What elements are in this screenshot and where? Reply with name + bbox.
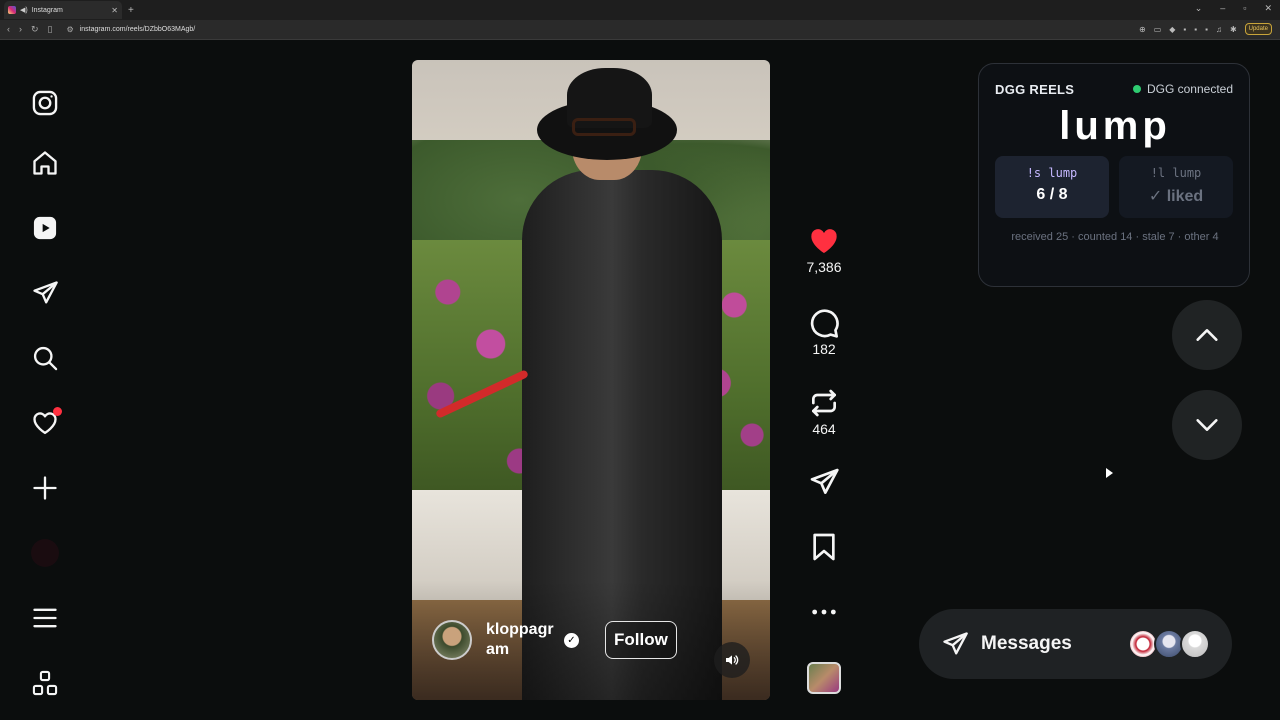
repost-count[interactable]: 464 — [800, 421, 848, 437]
search-icon[interactable] — [30, 343, 60, 373]
extension-icon[interactable]: ▪ — [1194, 25, 1197, 34]
messages-label: Messages — [981, 633, 1072, 654]
zoom-icon[interactable]: ⊕ — [1139, 25, 1146, 34]
puzzle-icon[interactable]: ✱ — [1230, 25, 1237, 34]
url-text: instagram.com/reels/DZbbO63MAgb/ — [79, 26, 196, 33]
dgg-status: DGG connected — [1132, 82, 1233, 96]
url-field[interactable]: ⚙ instagram.com/reels/DZbbO63MAgb/ — [67, 25, 196, 34]
speaker-icon[interactable]: ◀) — [20, 6, 28, 14]
bookmark-icon[interactable]: ▯ — [48, 24, 53, 35]
next-reel-button[interactable] — [1172, 390, 1242, 460]
instagram-logo-icon[interactable] — [30, 88, 60, 118]
dgg-stats: received 25 · counted 14 · stale 7 · oth… — [1011, 231, 1219, 243]
previous-reel-button[interactable] — [1172, 300, 1242, 370]
repost-icon[interactable] — [808, 387, 840, 419]
window-controls: ⌄ – ▫ ✕ — [1195, 3, 1272, 14]
instagram-favicon-icon — [8, 6, 16, 14]
mouse-cursor — [1106, 468, 1113, 478]
owner-avatar[interactable] — [432, 620, 472, 660]
audio-thumbnail[interactable] — [807, 662, 841, 694]
music-icon[interactable]: ♫ — [1216, 25, 1222, 34]
dgg-reels-panel: DGG REELS DGG connected lump !s lump 6 /… — [978, 63, 1250, 287]
video-glasses — [572, 118, 636, 136]
save-action — [800, 531, 848, 563]
chevron-up-icon — [1196, 329, 1218, 341]
more-options-action — [800, 596, 848, 628]
follow-button[interactable]: Follow — [605, 621, 677, 659]
share-icon[interactable] — [808, 466, 840, 498]
dgg-like-value: ✓ liked — [1148, 188, 1204, 205]
extensions-area: ⊕ ▭ ◆ ▪ ▪ ▪ ♫ ✱ Update — [1139, 23, 1272, 35]
chevron-down-icon — [1196, 419, 1218, 431]
close-tab-icon[interactable]: ✕ — [111, 6, 118, 15]
comment-action: 182 — [800, 307, 848, 357]
reel-owner: kloppagram ✓ Follow — [432, 620, 677, 660]
direct-messages-icon[interactable] — [30, 278, 60, 308]
site-settings-icon[interactable]: ⚙ — [67, 25, 74, 34]
more-options-icon[interactable] — [808, 596, 840, 628]
repost-action: 464 — [800, 387, 848, 437]
browser-tabbar: ◀) Instagram ✕ + ⌄ – ▫ ✕ — [0, 0, 1280, 20]
reels-icon[interactable] — [30, 213, 60, 243]
like-count[interactable]: 7,386 — [800, 259, 848, 275]
maximize-icon[interactable]: ▫ — [1243, 3, 1246, 14]
verified-badge-icon: ✓ — [564, 632, 579, 648]
dgg-save-value: 6 / 8 — [1036, 186, 1068, 203]
tab-search-icon[interactable]: ⌄ — [1195, 3, 1203, 14]
mute-button[interactable] — [714, 642, 750, 678]
dgg-title: DGG REELS — [995, 82, 1075, 97]
shield-icon[interactable]: ◆ — [1169, 25, 1175, 34]
more-menu-icon[interactable] — [30, 603, 60, 633]
dgg-save-card[interactable]: !s lump 6 / 8 — [995, 156, 1109, 218]
create-plus-icon[interactable] — [30, 473, 60, 503]
share-action — [800, 466, 848, 498]
extension-icon[interactable]: ▪ — [1205, 25, 1208, 34]
dgg-like-command: !l lump — [1150, 166, 1202, 180]
address-bar: ‹ › ↻ ▯ ⚙ instagram.com/reels/DZbbO63MAg… — [0, 20, 1280, 40]
tab-title: Instagram — [31, 6, 63, 14]
comment-count[interactable]: 182 — [800, 341, 848, 357]
avatar — [1180, 629, 1210, 659]
owner-username[interactable]: kloppagram — [486, 620, 560, 660]
messages-icon — [943, 632, 968, 655]
minimize-icon[interactable]: – — [1220, 3, 1225, 14]
cast-icon[interactable]: ▭ — [1154, 25, 1162, 34]
dgg-save-command: !s lump — [1026, 166, 1078, 180]
dgg-word: lump — [1059, 104, 1171, 148]
bookmark-icon[interactable] — [808, 531, 840, 563]
messages-bar[interactable]: Messages — [919, 609, 1232, 679]
new-tab-button[interactable]: + — [128, 5, 134, 16]
status-dot-icon — [1132, 85, 1141, 93]
sidebar — [0, 40, 90, 720]
dgg-status-text: DGG connected — [1146, 82, 1233, 96]
reel-video[interactable]: kloppagram ✓ Follow — [412, 60, 770, 700]
close-window-icon[interactable]: ✕ — [1264, 3, 1272, 14]
like-action: 7,386 — [800, 225, 848, 275]
back-icon[interactable]: ‹ — [7, 24, 10, 35]
like-heart-icon[interactable] — [808, 225, 840, 257]
notification-dot — [53, 407, 62, 416]
dgg-like-card[interactable]: !l lump ✓ liked — [1119, 156, 1233, 218]
forward-icon[interactable]: › — [19, 24, 22, 35]
extension-icon[interactable]: ▪ — [1183, 25, 1186, 34]
messages-avatars — [1128, 629, 1210, 659]
profile-avatar[interactable] — [30, 538, 60, 568]
comment-icon[interactable] — [808, 307, 840, 339]
notifications-heart-icon[interactable] — [30, 407, 62, 438]
update-button[interactable]: Update — [1244, 23, 1272, 35]
browser-tab[interactable]: ◀) Instagram ✕ — [4, 1, 122, 19]
avatar — [31, 539, 59, 567]
reload-icon[interactable]: ↻ — [31, 24, 39, 35]
also-from-meta-icon[interactable] — [30, 668, 60, 698]
home-icon[interactable] — [30, 148, 60, 178]
speaker-icon — [726, 655, 739, 665]
